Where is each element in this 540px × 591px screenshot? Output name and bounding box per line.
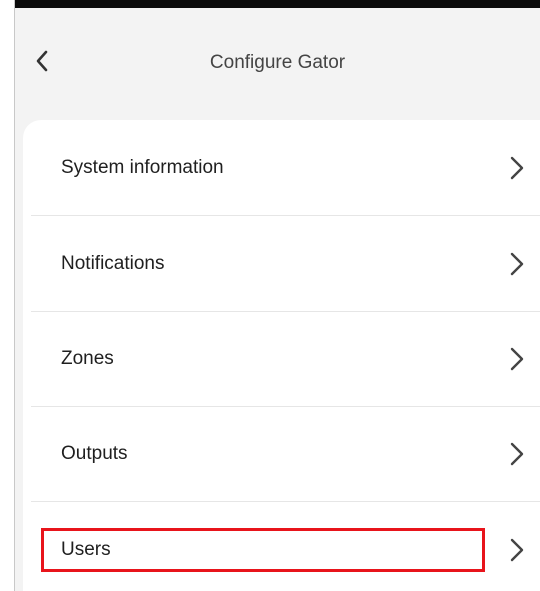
chevron-right-icon xyxy=(510,538,524,562)
menu-item-label: Zones xyxy=(61,348,114,369)
page-title: Configure Gator xyxy=(209,52,346,73)
menu-item-system-information[interactable]: System information xyxy=(23,120,540,216)
chevron-right-icon xyxy=(510,442,524,466)
chevron-right-icon xyxy=(510,347,524,371)
app-screen: Configure Gator System information Notif… xyxy=(14,0,540,591)
menu-item-zones[interactable]: Zones xyxy=(23,311,540,407)
status-bar xyxy=(15,0,540,8)
header: Configure Gator xyxy=(15,8,540,120)
chevron-right-icon xyxy=(510,252,524,276)
menu-item-label: Outputs xyxy=(61,443,128,464)
chevron-right-icon xyxy=(510,156,524,180)
settings-list: System information Notifications Zones O… xyxy=(23,120,540,591)
menu-item-outputs[interactable]: Outputs xyxy=(23,406,540,502)
highlight-box xyxy=(41,528,485,572)
menu-item-label: System information xyxy=(61,157,224,178)
menu-item-label: Notifications xyxy=(61,253,165,274)
menu-item-notifications[interactable]: Notifications xyxy=(23,216,540,312)
